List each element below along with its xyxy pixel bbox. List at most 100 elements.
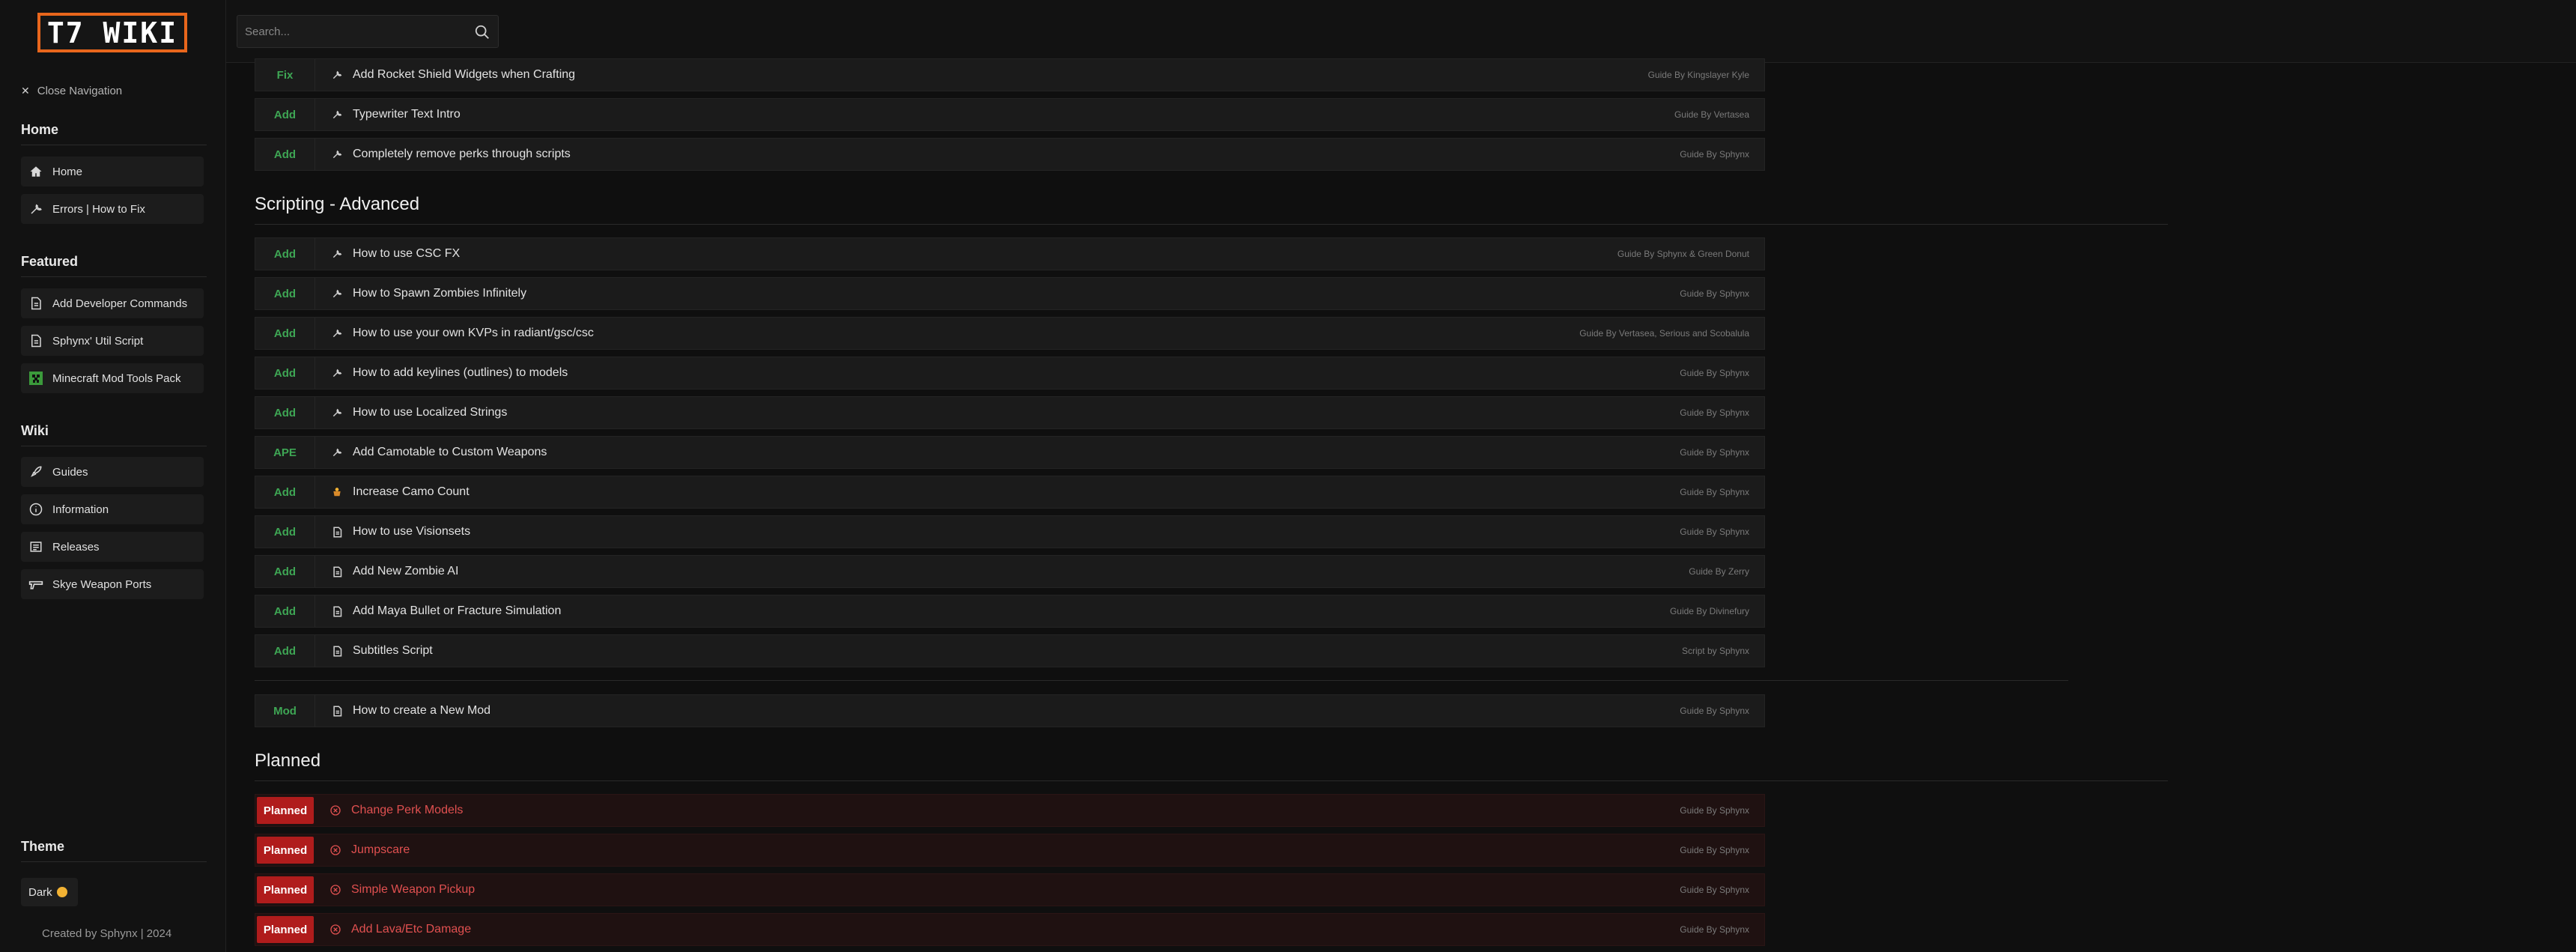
planned-row[interactable]: Planned Add Lava/Etc Damage Guide By Sphyn… [255, 913, 1765, 946]
guide-author: Guide By Sphynx [1680, 845, 1749, 855]
guide-title: How to Spawn Zombies Infinitely [353, 287, 527, 300]
wrench-icon [330, 406, 344, 419]
sidebar-item-label: Home [52, 165, 83, 178]
section-divider [255, 780, 2168, 781]
nav-section-home: Home [21, 122, 59, 137]
theme-toggle-button[interactable]: Dark [21, 878, 78, 906]
planned-row[interactable]: Planned Change Perk Models Guide By Sphynx [255, 794, 1765, 827]
guide-author: Guide By Zerry [1689, 566, 1749, 577]
wrench-icon [330, 68, 344, 82]
guide-title: Typewriter Text Intro [353, 108, 461, 121]
guide-row[interactable]: Add How to use Localized Strings Guide By … [255, 396, 1765, 429]
guide-author: Guide By Sphynx [1680, 527, 1749, 537]
releases-icon [28, 539, 43, 554]
planned-row[interactable]: Planned Jumpscare Guide By Sphynx [255, 834, 1765, 867]
site-logo[interactable]: T7 WIKI [37, 13, 187, 52]
search-input[interactable] [237, 16, 462, 47]
planned-badge: Planned [257, 916, 314, 943]
guide-row[interactable]: Add Subtitles Script Script by Sphynx [255, 634, 1765, 667]
wrench-icon [330, 108, 344, 121]
sidebar-item-label: Releases [52, 540, 100, 554]
guide-title: How to create a New Mod [353, 704, 491, 717]
guide-author: Guide By Sphynx [1680, 805, 1749, 816]
guide-row[interactable]: Add How to add keylines (outlines) to mod… [255, 357, 1765, 389]
planned-row[interactable]: Planned Simple Weapon Pickup Guide By Sphy… [255, 873, 1765, 906]
guide-row[interactable]: Add Add Maya Bullet or Fracture Simulatio… [255, 595, 1765, 628]
search-icon[interactable] [474, 24, 490, 40]
guide-author: Guide By Sphynx & Green Donut [1617, 249, 1749, 259]
sidebar-item-guides[interactable]: Guides [21, 457, 204, 487]
guide-tag: Add [255, 556, 315, 587]
footer-credit: Created by Sphynx | 2024 [42, 927, 172, 940]
guide-row[interactable]: Add How to use CSC FX Guide By Sphynx & Gr… [255, 237, 1765, 270]
guide-tag: Add [255, 476, 315, 508]
guide-row[interactable]: Add How to use your own KVPs in radiant/g… [255, 317, 1765, 350]
guide-tag: Add [255, 357, 315, 389]
guide-author: Guide By Sphynx [1680, 487, 1749, 497]
guide-row[interactable]: Add Increase Camo Count Guide By Sphynx [255, 476, 1765, 509]
guide-row[interactable]: Add How to use Visionsets Guide By Sphynx [255, 515, 1765, 548]
sidebar-item-util-script[interactable]: Sphynx' Util Script [21, 326, 204, 356]
planned-badge: Planned [257, 837, 314, 864]
sidebar-item-add-developer-commands[interactable]: Add Developer Commands [21, 288, 204, 318]
x-circle-icon [329, 923, 342, 936]
guide-row[interactable]: Fix Add Rocket Shield Widgets when Craft… [255, 58, 1765, 91]
guide-row[interactable]: Add Completely remove perks through scri… [255, 138, 1765, 171]
guide-row[interactable]: Mod How to create a New Mod Guide By Sph… [255, 694, 1765, 727]
sidebar-item-information[interactable]: Information [21, 494, 204, 524]
guide-title: How to use Localized Strings [353, 406, 508, 419]
guide-author: Script by Sphynx [1681, 646, 1749, 656]
guide-author: Guide By Sphynx [1680, 885, 1749, 895]
wrench-icon [330, 148, 344, 161]
guide-tag: Add [255, 99, 315, 130]
planned-badge: Planned [257, 876, 314, 903]
section-heading-planned: Planned [255, 751, 321, 771]
sidebar-item-skye-weapon-ports[interactable]: Skye Weapon Ports [21, 569, 204, 599]
guide-row[interactable]: APE Add Camotable to Custom Weapons Guide … [255, 436, 1765, 469]
sidebar-item-label: Information [52, 503, 109, 516]
guide-row[interactable]: Add How to Spawn Zombies Infinitely Guide … [255, 277, 1765, 310]
nav-section-wiki: Wiki [21, 423, 49, 438]
sidebar-item-errors[interactable]: Errors | How to Fix [21, 194, 204, 224]
section-divider [255, 680, 2068, 681]
guide-author: Guide By Sphynx [1680, 407, 1749, 418]
wrench-icon [330, 327, 344, 340]
guide-title: Add Camotable to Custom Weapons [353, 446, 547, 458]
guide-row[interactable]: Add Typewriter Text Intro Guide By Verta… [255, 98, 1765, 131]
document-icon [28, 333, 43, 348]
section-heading-advanced: Scripting - Advanced [255, 194, 420, 214]
wrench-icon [330, 446, 344, 459]
guide-author: Guide By Sphynx [1680, 924, 1749, 935]
document-icon [330, 565, 344, 578]
sidebar-item-label: Add Developer Commands [52, 297, 188, 310]
wrench-icon [28, 201, 43, 216]
close-navigation-label: Close Navigation [37, 85, 123, 97]
sidebar-item-releases[interactable]: Releases [21, 532, 204, 562]
sidebar-item-home[interactable]: Home [21, 157, 204, 187]
guide-author: Guide By Sphynx [1680, 368, 1749, 378]
sidebar-item-minecraft-mod-tools[interactable]: Minecraft Mod Tools Pack [21, 363, 204, 393]
close-navigation-button[interactable]: ✕ Close Navigation [21, 85, 122, 97]
guide-tag: Add [255, 595, 315, 627]
guide-author: Guide By Vertasea, Serious and Scobalula [1579, 328, 1749, 339]
guide-title: Add New Zombie AI [353, 565, 459, 577]
guide-author: Guide By Kingslayer Kyle [1647, 70, 1749, 80]
wrench-icon [330, 287, 344, 300]
guide-title: Add Maya Bullet or Fracture Simulation [353, 604, 562, 617]
guide-tag: Add [255, 318, 315, 349]
guide-title: How to use CSC FX [353, 247, 461, 260]
guide-author: Guide By Sphynx [1680, 288, 1749, 299]
sidebar-item-label: Skye Weapon Ports [52, 577, 152, 591]
guide-author: Guide By Divinefury [1669, 606, 1749, 616]
nav-divider [21, 861, 207, 862]
guide-author: Guide By Sphynx [1680, 447, 1749, 458]
guide-title: Increase Camo Count [353, 485, 470, 498]
camo-icon [330, 485, 344, 499]
x-circle-icon [329, 883, 342, 897]
guide-title: How to add keylines (outlines) to models [353, 366, 568, 379]
guide-tag: Add [255, 139, 315, 170]
minecraft-icon [28, 371, 43, 386]
x-circle-icon [329, 843, 342, 857]
guide-row[interactable]: Add Add New Zombie AI Guide By Zerry [255, 555, 1765, 588]
guide-title: Change Perk Models [351, 804, 464, 816]
